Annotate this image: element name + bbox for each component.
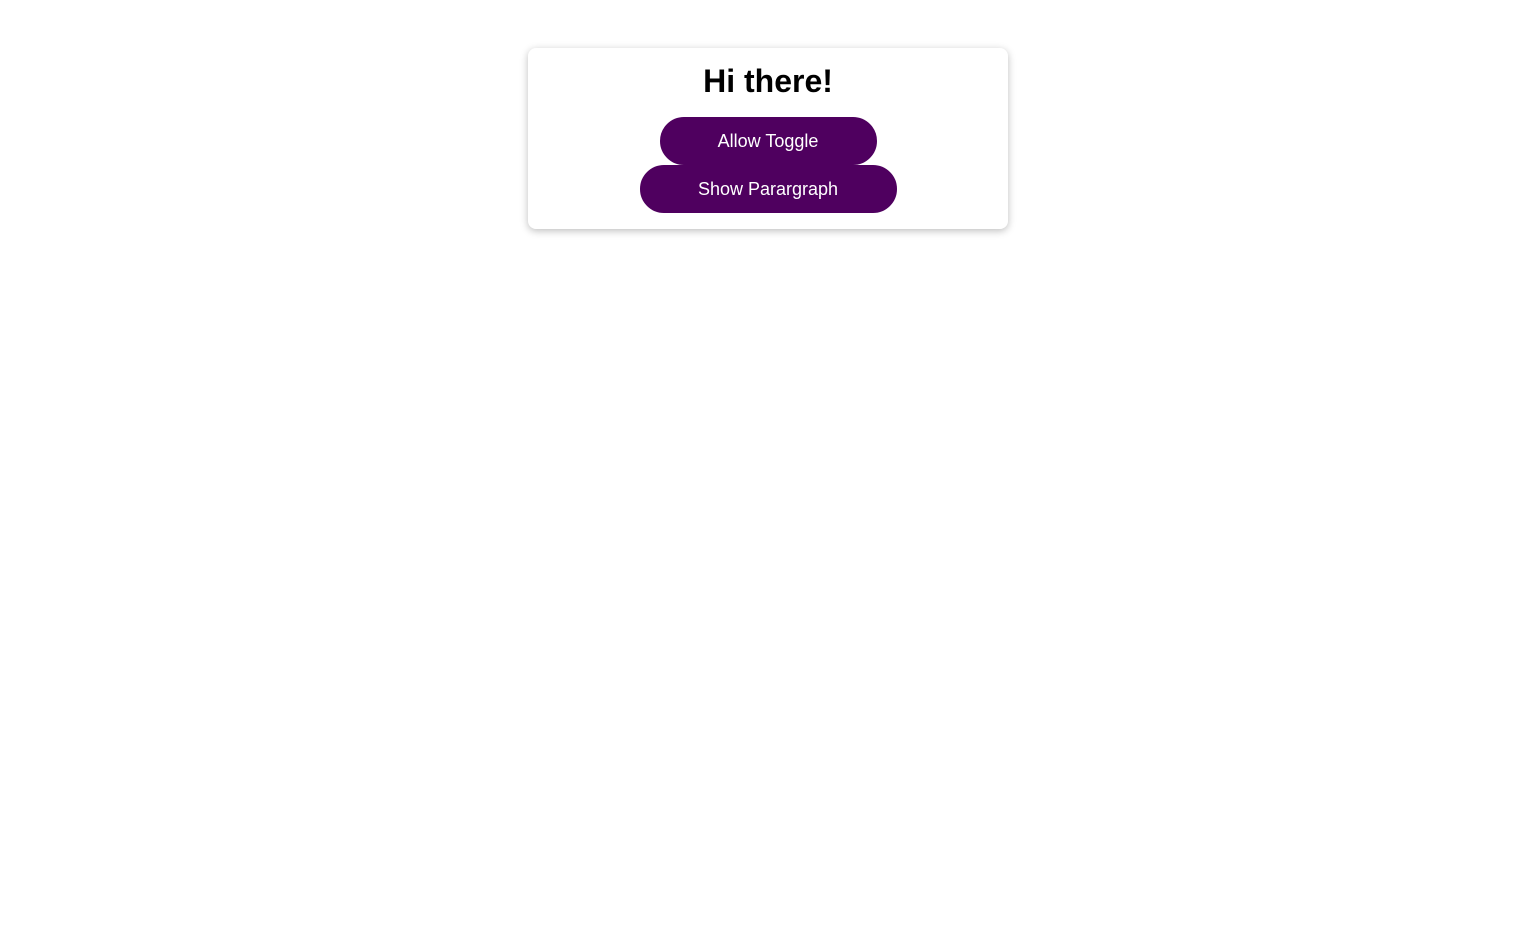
card-title: Hi there! — [703, 63, 833, 99]
allow-toggle-button[interactable]: Allow Toggle — [659, 117, 877, 165]
show-paragraph-button[interactable]: Show Parargraph — [639, 165, 897, 213]
card: Hi there! Allow Toggle Show Parargraph — [528, 48, 1008, 229]
